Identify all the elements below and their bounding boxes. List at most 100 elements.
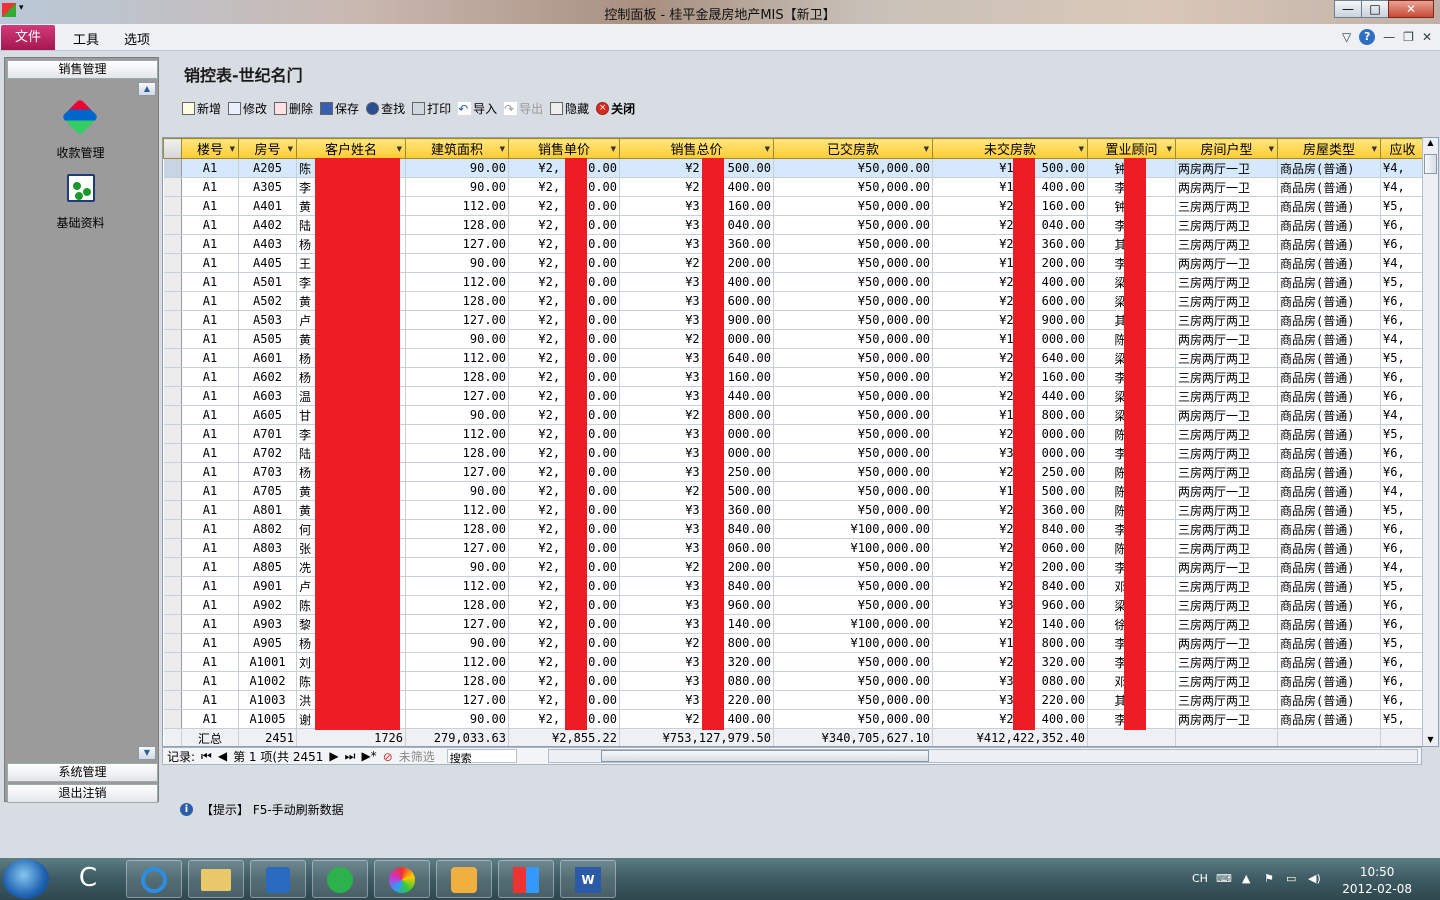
table-cell[interactable]: ¥50,000.00 <box>773 690 933 710</box>
table-cell[interactable]: ¥3 400.00 <box>619 272 774 292</box>
table-cell[interactable]: ¥4, <box>1380 177 1425 197</box>
table-cell[interactable]: 商品房(普通) <box>1277 557 1381 577</box>
table-cell[interactable]: A1 <box>181 196 239 216</box>
table-cell[interactable]: ¥2, 0.00 <box>508 557 620 577</box>
table-cell[interactable]: A1 <box>181 367 239 387</box>
table-cell[interactable]: A1 <box>181 348 239 368</box>
table-cell[interactable]: 90.00 <box>405 633 509 653</box>
table-cell[interactable]: ¥5, <box>1380 272 1425 292</box>
new-button[interactable]: 新增 <box>182 100 221 117</box>
table-cell[interactable]: 商品房(普通) <box>1277 329 1381 349</box>
table-cell[interactable]: 商品房(普通) <box>1277 462 1381 482</box>
table-cell[interactable]: ¥3 360.00 <box>619 500 774 520</box>
table-cell[interactable]: A1 <box>181 215 239 235</box>
table-cell[interactable]: ¥2, 0.00 <box>508 215 620 235</box>
column-filter-icon[interactable]: ▼ <box>397 145 402 153</box>
table-cell[interactable]: 128.00 <box>405 215 509 235</box>
table-cell[interactable]: 128.00 <box>405 367 509 387</box>
column-filter-icon[interactable]: ▼ <box>924 145 929 153</box>
table-cell[interactable]: 128.00 <box>405 519 509 539</box>
row-selector[interactable] <box>163 291 182 311</box>
table-cell[interactable]: A1 <box>181 443 239 463</box>
table-cell[interactable]: ¥1 800.00 <box>932 405 1088 425</box>
table-cell[interactable]: ¥2, 0.00 <box>508 196 620 216</box>
table-cell[interactable]: 商品房(普通) <box>1277 405 1381 425</box>
table-cell[interactable]: A401 <box>238 196 297 216</box>
table-cell[interactable]: ¥3 060.00 <box>619 538 774 558</box>
table-cell[interactable]: ¥2, 0.00 <box>508 348 620 368</box>
table-cell[interactable]: ¥2, 0.00 <box>508 595 620 615</box>
table-cell[interactable]: ¥50,000.00 <box>773 291 933 311</box>
table-cell[interactable]: ¥2 360.00 <box>932 500 1088 520</box>
row-selector[interactable] <box>163 538 182 558</box>
table-cell[interactable]: ¥2 400.00 <box>932 272 1088 292</box>
search-input[interactable]: 搜索 <box>446 749 517 765</box>
table-cell[interactable]: ¥3 160.00 <box>619 196 774 216</box>
table-cell[interactable]: ¥2 200.00 <box>619 557 774 577</box>
table-cell[interactable]: 90.00 <box>405 177 509 197</box>
table-cell[interactable]: ¥50,000.00 <box>773 272 933 292</box>
table-cell[interactable]: ¥3 360.00 <box>619 234 774 254</box>
table-cell[interactable]: A805 <box>238 557 297 577</box>
table-cell[interactable]: ¥5, <box>1380 633 1425 653</box>
table-cell[interactable]: ¥6, <box>1380 519 1425 539</box>
table-cell[interactable]: ¥4, <box>1380 481 1425 501</box>
table-cell[interactable]: 三房两厅两卫 <box>1175 595 1278 615</box>
table-cell[interactable]: A601 <box>238 348 297 368</box>
table-cell[interactable]: ¥50,000.00 <box>773 215 933 235</box>
table-cell[interactable]: ¥50,000.00 <box>773 557 933 577</box>
table-cell[interactable]: ¥2, 0.00 <box>508 177 620 197</box>
row-selector[interactable] <box>163 500 182 520</box>
table-cell[interactable]: ¥4, <box>1380 253 1425 273</box>
table-cell[interactable]: 三房两厅两卫 <box>1175 348 1278 368</box>
table-cell[interactable]: ¥2 900.00 <box>932 310 1088 330</box>
column-header[interactable]: 销售单价 ▼ <box>508 138 620 159</box>
table-cell[interactable]: A1 <box>181 595 239 615</box>
table-cell[interactable]: ¥3 320.00 <box>619 652 774 672</box>
row-selector[interactable] <box>163 443 182 463</box>
row-selector[interactable] <box>163 310 182 330</box>
table-cell[interactable]: ¥3 250.00 <box>619 462 774 482</box>
table-cell[interactable]: ¥6, <box>1380 614 1425 634</box>
table-cell[interactable]: 商品房(普通) <box>1277 424 1381 444</box>
menu-options[interactable]: 选项 <box>124 29 150 48</box>
row-selector[interactable] <box>163 405 182 425</box>
table-cell[interactable]: 商品房(普通) <box>1277 538 1381 558</box>
table-cell[interactable]: A305 <box>238 177 297 197</box>
table-cell[interactable]: 商品房(普通) <box>1277 652 1381 672</box>
table-cell[interactable]: A905 <box>238 633 297 653</box>
table-cell[interactable]: ¥2 200.00 <box>619 253 774 273</box>
table-cell[interactable]: 商品房(普通) <box>1277 291 1381 311</box>
table-cell[interactable]: 90.00 <box>405 158 509 178</box>
table-cell[interactable]: ¥2, 0.00 <box>508 576 620 596</box>
row-selector[interactable] <box>163 215 182 235</box>
table-cell[interactable]: ¥100,000.00 <box>773 538 933 558</box>
table-cell[interactable]: 三房两厅两卫 <box>1175 614 1278 634</box>
table-cell[interactable]: ¥3 440.00 <box>619 386 774 406</box>
row-selector[interactable] <box>163 709 182 729</box>
table-cell[interactable]: 两房两厅一卫 <box>1175 253 1278 273</box>
sidebar-tool-basic-data[interactable]: 基础资料 <box>5 172 156 231</box>
table-cell[interactable]: ¥50,000.00 <box>773 158 933 178</box>
input-language[interactable]: CH <box>1192 872 1208 885</box>
table-cell[interactable]: ¥2 500.00 <box>619 158 774 178</box>
table-cell[interactable]: ¥5, <box>1380 500 1425 520</box>
table-cell[interactable]: A803 <box>238 538 297 558</box>
table-cell[interactable]: ¥6, <box>1380 234 1425 254</box>
table-cell[interactable]: ¥2 840.00 <box>932 576 1088 596</box>
table-cell[interactable]: 三房两厅两卫 <box>1175 386 1278 406</box>
table-cell[interactable]: ¥6, <box>1380 310 1425 330</box>
row-selector[interactable] <box>163 272 182 292</box>
ribbon-collapse-icon[interactable]: ▽ <box>1342 30 1351 44</box>
table-cell[interactable]: ¥50,000.00 <box>773 462 933 482</box>
table-cell[interactable]: ¥2 160.00 <box>932 196 1088 216</box>
table-cell[interactable]: 127.00 <box>405 614 509 634</box>
table-cell[interactable]: 两房两厅一卫 <box>1175 709 1278 729</box>
table-cell[interactable]: 商品房(普通) <box>1277 690 1381 710</box>
table-cell[interactable]: ¥6, <box>1380 690 1425 710</box>
row-selector[interactable] <box>163 633 182 653</box>
table-cell[interactable]: ¥2, 0.00 <box>508 709 620 729</box>
column-filter-icon[interactable]: ▼ <box>1167 145 1172 153</box>
table-cell[interactable]: ¥1 200.00 <box>932 253 1088 273</box>
table-cell[interactable]: 商品房(普通) <box>1277 253 1381 273</box>
